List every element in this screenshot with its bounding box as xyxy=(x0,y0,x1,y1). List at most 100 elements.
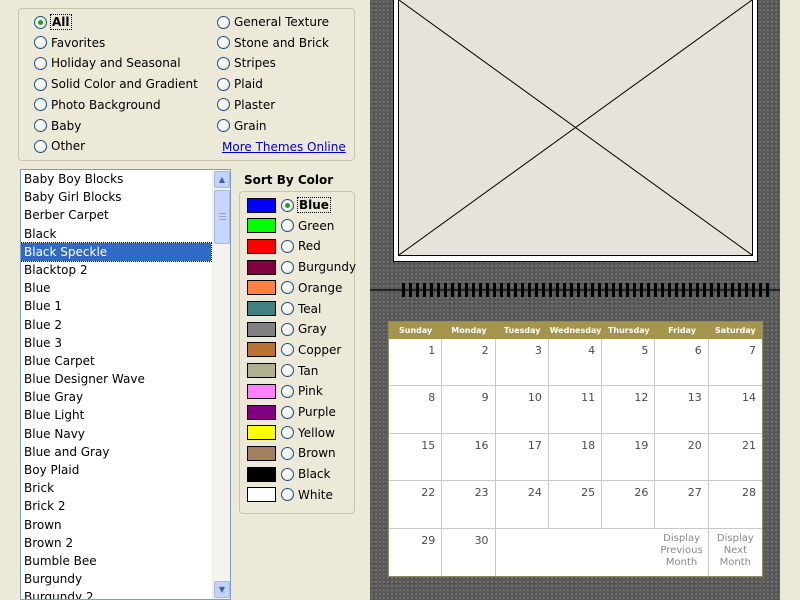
theme-list-item[interactable]: Brick 2 xyxy=(21,497,211,515)
radio-button[interactable] xyxy=(34,98,47,112)
radio-button[interactable] xyxy=(281,343,294,357)
category-radio-other[interactable]: Other xyxy=(34,136,85,156)
color-swatch xyxy=(247,404,276,420)
radio-button[interactable] xyxy=(281,260,294,274)
category-radio-grain[interactable]: Grain xyxy=(217,116,267,136)
theme-list-item[interactable]: Blue 3 xyxy=(21,334,211,352)
radio-button[interactable] xyxy=(281,488,294,502)
color-radio-burgundy[interactable]: Burgundy xyxy=(247,257,356,277)
scroll-down-button[interactable]: ▼ xyxy=(214,581,230,598)
scroll-up-button[interactable]: ▲ xyxy=(214,171,230,188)
radio-button[interactable] xyxy=(281,364,294,378)
color-radio-orange[interactable]: Orange xyxy=(247,278,342,298)
category-radio-holiday-and-seasonal[interactable]: Holiday and Seasonal xyxy=(34,53,181,73)
category-radio-plaster[interactable]: Plaster xyxy=(217,95,275,115)
theme-list-item[interactable]: Brown xyxy=(21,516,211,534)
category-radio-baby[interactable]: Baby xyxy=(34,116,81,136)
radio-button[interactable] xyxy=(281,219,294,233)
theme-list-item[interactable]: Blue Navy xyxy=(21,425,211,443)
theme-list-item[interactable]: Blue Carpet xyxy=(21,352,211,370)
theme-listbox[interactable]: Baby Boy Blocks Baby Girl Blocks Berber Ca… xyxy=(20,169,231,600)
theme-list-item[interactable]: Brown 2 xyxy=(21,534,211,552)
radio-button[interactable] xyxy=(281,446,294,460)
theme-list-item[interactable]: Blacktop 2 xyxy=(21,261,211,279)
radio-button[interactable] xyxy=(217,36,230,50)
category-radio-solid-color-and-gradient[interactable]: Solid Color and Gradient xyxy=(34,74,198,94)
category-radio-general-texture[interactable]: General Texture xyxy=(217,12,329,32)
scroll-thumb[interactable] xyxy=(214,190,230,244)
radio-button[interactable] xyxy=(281,322,294,336)
date-number: 6 xyxy=(694,344,702,357)
color-radio-copper[interactable]: Copper xyxy=(247,340,341,360)
radio-button[interactable] xyxy=(281,384,294,398)
theme-list-item[interactable]: Baby Girl Blocks xyxy=(21,188,211,206)
theme-list-scrollbar[interactable]: ▲ ▼ xyxy=(212,170,230,599)
theme-list-item[interactable]: Burgundy xyxy=(21,570,211,588)
radio-button[interactable] xyxy=(281,467,294,481)
color-radio-blue[interactable]: Blue xyxy=(247,195,331,215)
category-radio-stone-and-brick[interactable]: Stone and Brick xyxy=(217,33,329,53)
radio-button[interactable] xyxy=(217,56,230,70)
theme-list-item[interactable]: Burgundy 2 xyxy=(21,588,211,599)
radio-label: Photo Background xyxy=(51,97,161,112)
radio-button[interactable] xyxy=(281,281,294,295)
more-themes-online-link[interactable]: More Themes Online xyxy=(222,137,346,157)
color-radio-white[interactable]: White xyxy=(247,485,333,505)
color-radio-black[interactable]: Black xyxy=(247,464,330,484)
color-radio-tan[interactable]: Tan xyxy=(247,361,318,381)
color-radio-purple[interactable]: Purple xyxy=(247,402,336,422)
category-radio-plaid[interactable]: Plaid xyxy=(217,74,263,94)
radio-button[interactable] xyxy=(217,98,230,112)
color-swatch xyxy=(247,301,276,316)
theme-list-item[interactable]: Black Speckle xyxy=(21,241,212,262)
color-radio-green[interactable]: Green xyxy=(247,216,334,236)
photo-placeholder[interactable] xyxy=(398,0,753,256)
theme-list-item[interactable]: Blue 2 xyxy=(21,316,211,334)
theme-list-item[interactable]: Baby Boy Blocks xyxy=(21,170,211,188)
date-cell: 6 xyxy=(655,339,709,387)
theme-list-item[interactable]: Boy Plaid xyxy=(21,461,211,479)
color-radio-gray[interactable]: Gray xyxy=(247,319,327,339)
date-number: 11 xyxy=(581,391,596,405)
theme-list-item[interactable]: Blue xyxy=(21,279,211,297)
color-swatch xyxy=(247,238,276,254)
display-previous-month-button[interactable]: Display Previous Month xyxy=(655,528,709,576)
radio-button[interactable] xyxy=(217,119,230,132)
category-radio-photo-background[interactable]: Photo Background xyxy=(34,95,161,115)
more-themes-online-label[interactable]: More Themes Online xyxy=(222,140,346,154)
radio-button[interactable] xyxy=(281,405,294,419)
radio-button[interactable] xyxy=(281,426,294,440)
theme-list-item[interactable]: Blue Light xyxy=(21,406,211,424)
color-radio-yellow[interactable]: Yellow xyxy=(247,423,335,443)
radio-button[interactable] xyxy=(34,77,47,91)
theme-list-item[interactable]: Bumble Bee xyxy=(21,552,211,570)
radio-button[interactable] xyxy=(34,139,47,153)
theme-list-item[interactable]: Black xyxy=(21,225,211,243)
radio-button[interactable] xyxy=(281,239,294,253)
category-radio-all[interactable]: All xyxy=(34,12,72,32)
radio-button[interactable] xyxy=(34,36,47,50)
theme-list-item[interactable]: Brick xyxy=(21,479,211,497)
color-radio-pink[interactable]: Pink xyxy=(247,381,323,401)
radio-button[interactable] xyxy=(34,15,47,29)
radio-button[interactable] xyxy=(281,302,294,315)
color-swatch xyxy=(247,197,276,213)
display-next-month-button[interactable]: Display Next Month xyxy=(709,529,762,576)
radio-button[interactable] xyxy=(217,77,230,91)
radio-label: Gray xyxy=(298,322,327,337)
radio-button[interactable] xyxy=(34,119,47,132)
color-radio-brown[interactable]: Brown xyxy=(247,443,336,463)
radio-button[interactable] xyxy=(34,56,47,70)
category-radio-stripes[interactable]: Stripes xyxy=(217,53,276,73)
category-radio-favorites[interactable]: Favorites xyxy=(34,33,105,53)
theme-list-item[interactable]: Berber Carpet xyxy=(21,206,211,224)
radio-button[interactable] xyxy=(281,198,294,212)
theme-list-item[interactable]: Blue and Gray xyxy=(21,443,211,461)
theme-list-item[interactable]: Blue Gray xyxy=(21,388,211,406)
theme-list-item[interactable]: Blue 1 xyxy=(21,297,211,315)
theme-list-item[interactable]: Blue Designer Wave xyxy=(21,370,211,388)
photo-frame xyxy=(393,0,758,262)
color-radio-red[interactable]: Red xyxy=(247,236,321,256)
color-radio-teal[interactable]: Teal xyxy=(247,299,321,319)
radio-button[interactable] xyxy=(217,15,230,29)
